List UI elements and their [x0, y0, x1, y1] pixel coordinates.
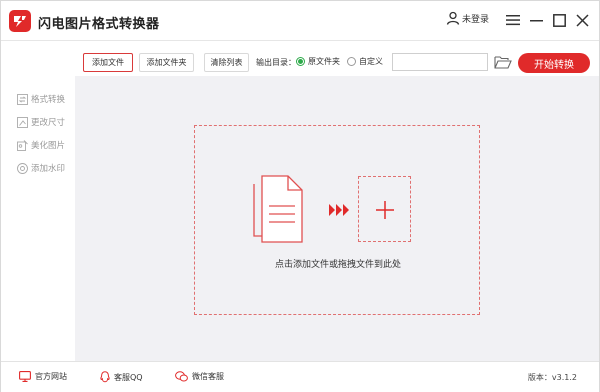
sidebar-item-beautify[interactable]: 美化图片 — [17, 139, 65, 151]
sidebar-item-resize[interactable]: 更改尺寸 — [17, 116, 65, 128]
app-logo-icon — [9, 10, 31, 32]
radio-original-folder[interactable]: 原文件夹 — [296, 56, 340, 67]
add-file-target[interactable] — [358, 176, 411, 242]
drop-hint-text: 点击添加文件或拖拽文件到此处 — [274, 260, 401, 270]
sidebar-item-format-convert[interactable]: 格式转换 — [17, 93, 65, 105]
plus-icon — [376, 201, 394, 219]
footer: 官方网站 客服QQ 微信客服 版本：v3.1.2 — [1, 361, 599, 392]
version-text: 版本：v3.1.2 — [527, 373, 577, 382]
documents-icon — [253, 175, 303, 243]
app-window: 闪电图片格式转换器 未登录 添加文件 添加文件夹 清除列表 输出目录： 原文件夹… — [0, 0, 600, 392]
radio-original-label: 原文件夹 — [308, 57, 340, 66]
support-wechat-link[interactable]: 微信客服 — [175, 371, 224, 382]
minimize-icon — [529, 20, 543, 22]
main-area: 点击添加文件或拖拽文件到此处 — [75, 76, 599, 361]
convert-icon — [17, 93, 28, 105]
radio-custom-folder[interactable]: 自定义 — [347, 56, 383, 67]
folder-open-icon — [494, 56, 512, 69]
login-label: 未登录 — [462, 14, 490, 25]
close-button[interactable] — [572, 10, 592, 30]
qq-label: 客服QQ — [114, 372, 143, 382]
website-icon — [19, 371, 31, 382]
add-folder-button[interactable]: 添加文件夹 — [139, 53, 194, 72]
file-drop-zone[interactable]: 点击添加文件或拖拽文件到此处 — [194, 125, 480, 315]
add-file-button[interactable]: 添加文件 — [83, 53, 133, 72]
sidebar: 格式转换 更改尺寸 美化图片 添加水印 — [1, 76, 75, 361]
login-button[interactable]: 未登录 — [446, 11, 489, 25]
official-website-link[interactable]: 官方网站 — [19, 371, 67, 382]
triple-arrow-icon — [329, 204, 349, 216]
maximize-icon — [552, 13, 566, 27]
sidebar-item-label: 添加水印 — [31, 164, 66, 174]
wechat-label: 微信客服 — [192, 372, 224, 381]
start-convert-button[interactable]: 开始转换 — [518, 53, 590, 73]
radio-original-dot[interactable] — [296, 57, 305, 66]
beautify-icon — [17, 139, 28, 151]
sidebar-item-watermark[interactable]: 添加水印 — [17, 162, 65, 174]
wechat-icon — [175, 371, 188, 382]
resize-icon — [17, 116, 28, 128]
radio-custom-label: 自定义 — [359, 57, 383, 66]
hamburger-menu-icon — [506, 15, 520, 26]
toolbar: 添加文件 添加文件夹 清除列表 输出目录： 原文件夹 自定义 开始转换 — [74, 49, 599, 75]
website-label: 官方网站 — [35, 372, 67, 381]
close-icon — [575, 13, 589, 27]
menu-button[interactable] — [503, 10, 523, 30]
radio-custom-dot[interactable] — [347, 57, 356, 66]
output-dir-label: 输出目录： — [256, 58, 296, 67]
browse-folder-button[interactable] — [494, 55, 512, 69]
watermark-icon — [17, 162, 28, 174]
app-title: 闪电图片格式转换器 — [38, 17, 160, 32]
sidebar-item-label: 美化图片 — [31, 141, 66, 151]
user-icon — [446, 11, 460, 25]
sidebar-item-label: 更改尺寸 — [31, 118, 66, 128]
maximize-button[interactable] — [549, 10, 569, 30]
clear-list-button[interactable]: 清除列表 — [204, 53, 249, 72]
support-qq-link[interactable]: 客服QQ — [100, 371, 143, 383]
qq-icon — [100, 371, 110, 383]
output-path-input[interactable] — [392, 53, 488, 71]
sidebar-item-label: 格式转换 — [31, 95, 66, 105]
title-bar: 闪电图片格式转换器 未登录 — [1, 1, 599, 41]
minimize-button[interactable] — [526, 10, 546, 30]
